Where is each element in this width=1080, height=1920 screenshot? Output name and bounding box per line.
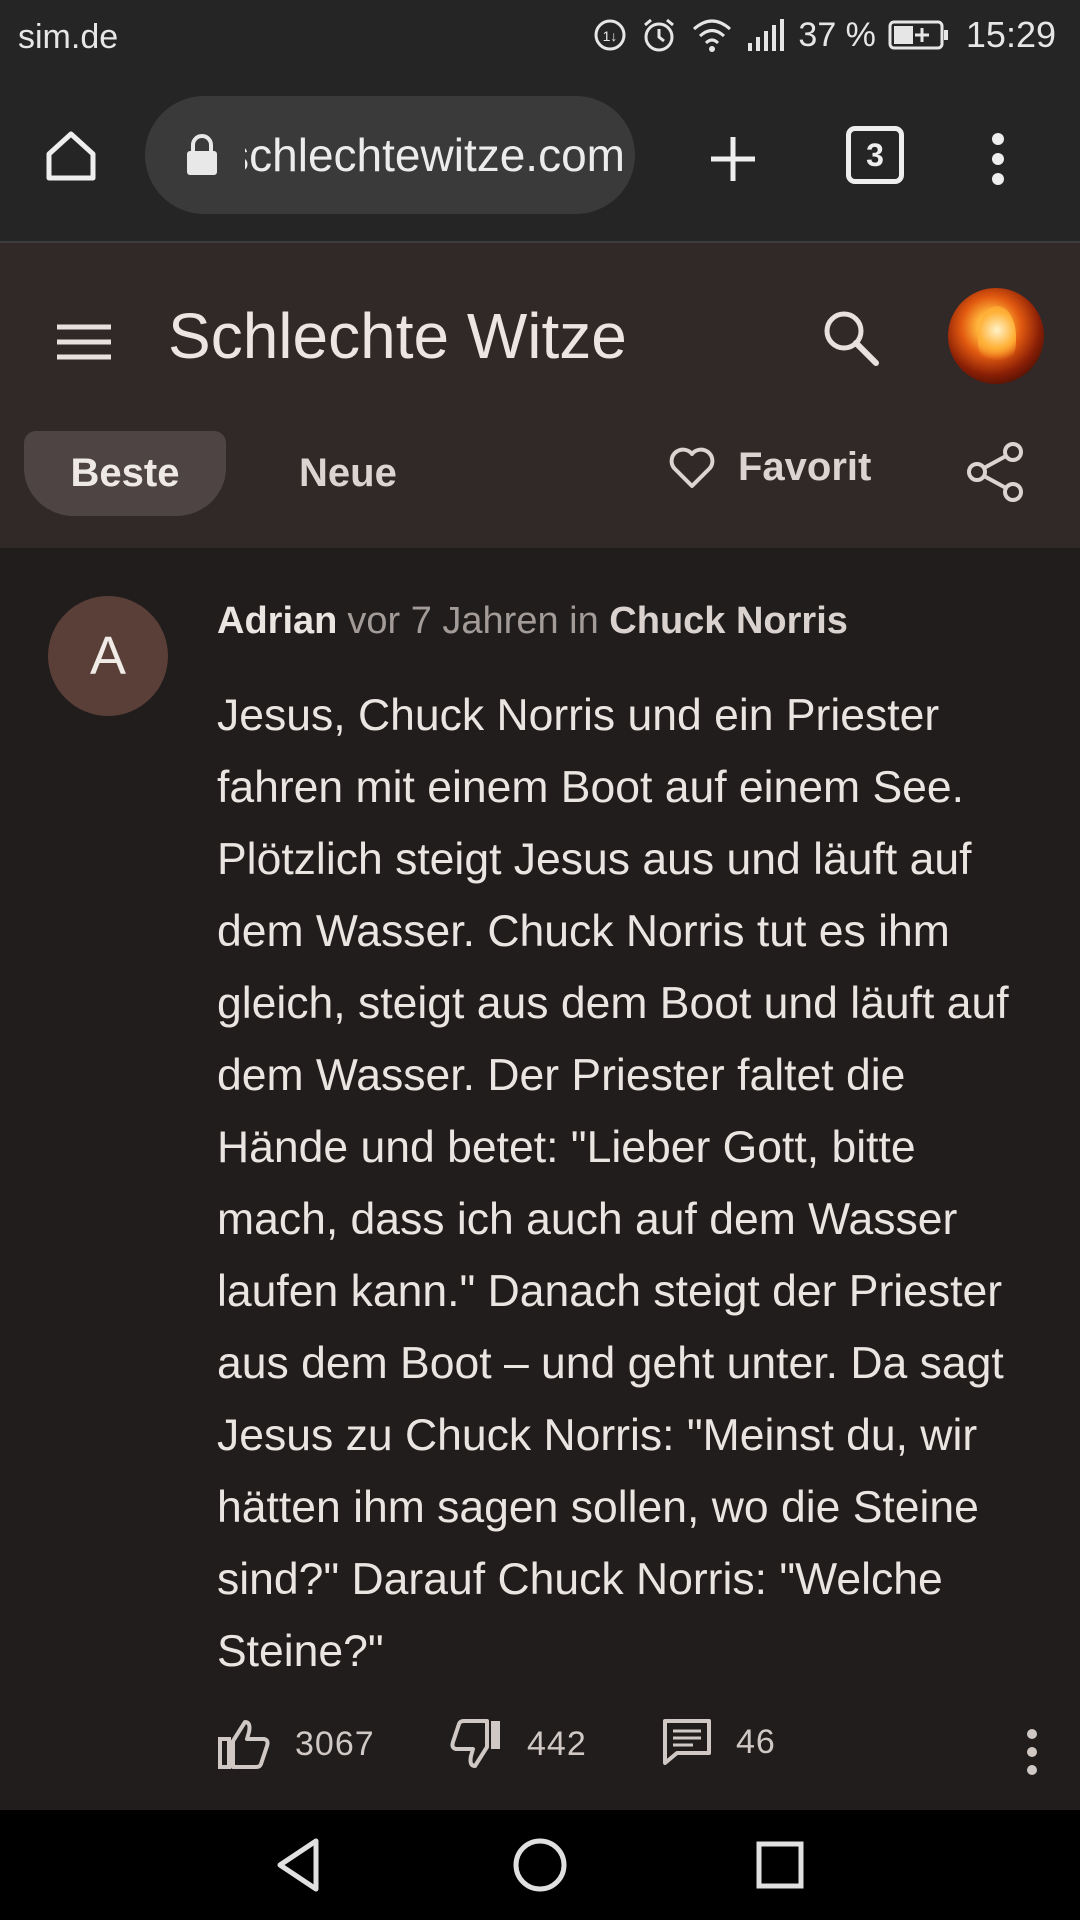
- status-time: 15:29: [965, 14, 1056, 55]
- back-triangle-icon: [277, 1838, 319, 1892]
- signal-icon: [748, 19, 785, 51]
- like-button[interactable]: 3067: [217, 1718, 375, 1770]
- avatar-letter: A: [89, 626, 127, 686]
- status-icons: 1↓ 37 % 15:29: [592, 14, 1056, 56]
- status-bar: sim.de 1↓ 37 % 15:29: [0, 0, 1080, 76]
- tab-beste[interactable]: Beste: [24, 431, 226, 516]
- dislike-button[interactable]: 442: [449, 1718, 587, 1770]
- sort-tabs: Beste Neue Favorit: [0, 431, 1080, 541]
- svg-text:1↓: 1↓: [603, 28, 618, 44]
- thumbs-up-icon: [218, 1720, 270, 1769]
- joke-text: Jesus, Chuck Norris und ein Priester fah…: [217, 691, 1009, 1676]
- lock-icon: [187, 134, 217, 175]
- heart-icon: [669, 447, 715, 488]
- search-button[interactable]: [818, 305, 888, 375]
- battery-icon: [888, 20, 948, 50]
- tab-neue[interactable]: Neue: [299, 451, 397, 496]
- post-actions: 3067 442 46: [217, 1718, 1047, 1788]
- nav-back-button[interactable]: [270, 1835, 330, 1895]
- system-nav-bar: [0, 1810, 1080, 1920]
- comment-icon: [663, 1719, 711, 1765]
- wifi-icon: [693, 19, 732, 52]
- author-avatar[interactable]: A: [48, 596, 168, 716]
- tab-count: 3: [866, 136, 884, 173]
- hamburger-icon: [57, 324, 111, 360]
- post-time: vor 7 Jahren in: [347, 600, 599, 642]
- more-vert-icon: [1027, 1729, 1037, 1775]
- nav-home-button[interactable]: [510, 1835, 570, 1895]
- new-tab-button[interactable]: [695, 121, 770, 196]
- home-circle-icon: [513, 1838, 567, 1892]
- favorite-button[interactable]: Favorit: [668, 445, 871, 490]
- share-button[interactable]: [965, 441, 1027, 503]
- post-more-button[interactable]: [1017, 1724, 1047, 1780]
- more-vert-icon: [991, 132, 1004, 185]
- browser-menu-button[interactable]: [975, 121, 1020, 196]
- address-bar[interactable]: schlechtewitze.com: [145, 96, 635, 214]
- tab-switcher-button[interactable]: 3: [846, 126, 904, 184]
- recents-square-icon: [756, 1841, 804, 1889]
- comments-button[interactable]: 46: [662, 1718, 776, 1766]
- user-avatar[interactable]: [948, 288, 1044, 384]
- battery-percent: 37 %: [798, 15, 876, 54]
- joke-post: A Adrian vor 7 Jahren in Chuck Norris Jes…: [0, 548, 1080, 1810]
- plus-icon: [710, 136, 755, 181]
- dislike-count: 442: [527, 1724, 587, 1763]
- status-site-label: sim.de: [18, 18, 119, 56]
- post-meta: Adrian vor 7 Jahren in Chuck Norris: [217, 600, 848, 643]
- home-icon: [46, 131, 96, 181]
- url-text: schlechtewitze.com: [245, 129, 625, 181]
- author-name[interactable]: Adrian: [217, 600, 337, 642]
- comment-count: 46: [736, 1722, 776, 1761]
- search-icon: [824, 311, 879, 366]
- alarm-icon: [644, 18, 675, 52]
- favorite-label: Favorit: [738, 445, 872, 489]
- browser-toolbar: schlechtewitze.com 3: [0, 76, 1080, 243]
- like-count: 3067: [295, 1724, 375, 1763]
- post-category[interactable]: Chuck Norris: [609, 600, 848, 642]
- app-title: Schlechte Witze: [168, 300, 627, 372]
- nav-recents-button[interactable]: [750, 1835, 810, 1895]
- app-header: Schlechte Witze Beste Neue Favorit: [0, 243, 1080, 548]
- share-icon: [967, 442, 1023, 502]
- data-saver-icon: 1↓: [594, 19, 626, 51]
- home-button[interactable]: [36, 121, 106, 191]
- tab-switcher-icon: 3: [846, 126, 904, 184]
- menu-button[interactable]: [55, 313, 113, 371]
- thumbs-down-icon: [450, 1719, 500, 1768]
